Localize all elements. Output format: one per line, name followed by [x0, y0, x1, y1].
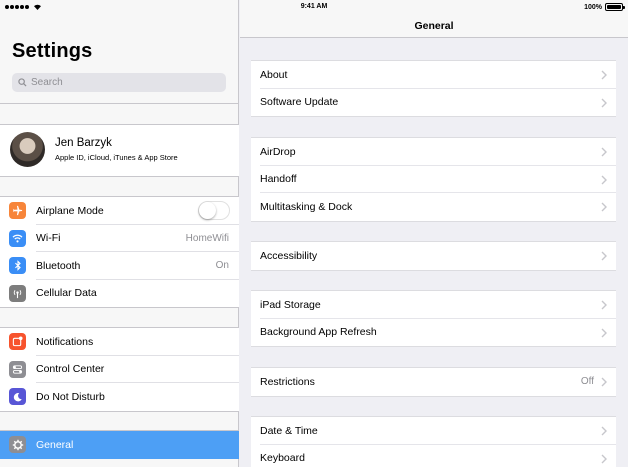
airplane-mode-toggle[interactable]: [198, 201, 230, 221]
sidebar-item-airplane-mode[interactable]: Airplane Mode: [0, 197, 239, 225]
chevron-right-icon: [601, 70, 607, 80]
settings-sidebar: Settings Search Jen Barzyk Apple ID, iCl…: [0, 0, 239, 467]
settings-group-about: About Software Update: [251, 60, 616, 117]
settings-row-about[interactable]: About: [251, 61, 616, 89]
chevron-right-icon: [601, 202, 607, 212]
wifi-icon: [9, 229, 26, 247]
battery-indicator: 100%: [584, 3, 625, 11]
cellular-icon: [9, 284, 26, 302]
profile-name: Jen Barzyk: [55, 137, 112, 149]
search-divider: [0, 103, 239, 104]
bluetooth-icon: [9, 257, 26, 275]
sidebar-item-do-not-disturb[interactable]: Do Not Disturb: [0, 383, 239, 411]
settings-row-label: Background App Refresh: [260, 326, 377, 339]
battery-percent: 100%: [584, 3, 602, 11]
settings-row-label: Keyboard: [260, 452, 305, 465]
avatar: [10, 132, 45, 167]
sidebar-item-label: Notifications: [36, 335, 94, 348]
settings-row-ipad-storage[interactable]: iPad Storage: [251, 291, 616, 319]
settings-row-multitasking-dock[interactable]: Multitasking & Dock: [251, 193, 616, 221]
chevron-right-icon: [601, 377, 607, 387]
settings-row-label: AirDrop: [260, 145, 296, 158]
apple-id-profile[interactable]: Jen Barzyk Apple ID, iCloud, iTunes & Ap…: [0, 124, 239, 177]
settings-row-label: About: [260, 68, 288, 81]
sidebar-item-cellular-data[interactable]: Cellular Data: [0, 280, 239, 308]
page-title: General: [414, 20, 454, 32]
sidebar-item-label: General: [36, 438, 74, 451]
sidebar-item-wifi[interactable]: Wi-Fi HomeWifi: [0, 225, 239, 252]
restrictions-status-value: Off: [580, 376, 594, 388]
search-icon: [18, 78, 27, 87]
airplane-icon: [9, 202, 26, 220]
sidebar-item-bluetooth[interactable]: Bluetooth On: [0, 252, 239, 280]
notifications-icon: [9, 333, 26, 351]
settings-row-software-update[interactable]: Software Update: [251, 89, 616, 117]
settings-group-date-keyboard: Date & Time Keyboard: [251, 416, 616, 467]
general-settings-pane: General About Software Update AirDrop Ha…: [240, 0, 628, 467]
settings-row-label: Software Update: [260, 96, 339, 109]
sidebar-item-label: Do Not Disturb: [36, 390, 105, 403]
settings-row-label: Multitasking & Dock: [260, 200, 353, 213]
sidebar-item-general[interactable]: General: [0, 431, 239, 459]
settings-row-label: Restrictions: [260, 375, 315, 388]
moon-icon: [9, 388, 26, 406]
battery-icon: [605, 3, 625, 11]
settings-row-restrictions[interactable]: Restrictions Off: [251, 368, 616, 396]
chevron-right-icon: [601, 328, 607, 337]
chevron-right-icon: [601, 300, 607, 310]
settings-row-date-time[interactable]: Date & Time: [251, 417, 616, 445]
settings-group-restrictions: Restrictions Off: [251, 367, 616, 397]
settings-row-handoff[interactable]: Handoff: [251, 166, 616, 193]
settings-group-accessibility: Accessibility: [251, 241, 616, 271]
sidebar-title: Settings: [12, 40, 93, 62]
settings-row-label: Handoff: [260, 173, 297, 186]
sidebar-item-label: Control Center: [36, 363, 105, 376]
sidebar-item-notifications[interactable]: Notifications: [0, 328, 239, 356]
settings-row-label: iPad Storage: [260, 298, 321, 311]
profile-subtitle: Apple ID, iCloud, iTunes & App Store: [55, 153, 178, 162]
notifications-group: Notifications Control Center Do Not Dist…: [0, 327, 239, 412]
status-time: 9:41 AM: [300, 3, 328, 10]
search-field[interactable]: Search: [12, 73, 226, 92]
sidebar-item-control-center[interactable]: Control Center: [0, 356, 239, 383]
settings-row-accessibility[interactable]: Accessibility: [251, 242, 616, 270]
general-group: General: [0, 430, 239, 459]
control-center-icon: [9, 360, 26, 378]
search-placeholder: Search: [31, 77, 63, 88]
settings-group-storage: iPad Storage Background App Refresh: [251, 290, 616, 347]
chevron-right-icon: [601, 175, 607, 184]
sidebar-item-label: Cellular Data: [36, 287, 97, 300]
bluetooth-status-value: On: [215, 260, 229, 272]
chevron-right-icon: [601, 426, 607, 436]
sidebar-item-label: Airplane Mode: [36, 204, 104, 217]
settings-row-airdrop[interactable]: AirDrop: [251, 138, 616, 166]
chevron-right-icon: [601, 147, 607, 157]
gear-icon: [9, 436, 26, 454]
chevron-right-icon: [601, 251, 607, 261]
sidebar-item-label: Wi-Fi: [36, 232, 61, 245]
wifi-network-value: HomeWifi: [185, 232, 229, 244]
sidebar-item-label: Bluetooth: [36, 259, 81, 272]
settings-row-background-app-refresh[interactable]: Background App Refresh: [251, 319, 616, 347]
settings-row-label: Accessibility: [260, 249, 318, 262]
chevron-right-icon: [601, 98, 607, 107]
settings-row-keyboard[interactable]: Keyboard: [251, 445, 616, 467]
connectivity-group: Airplane Mode Wi-Fi HomeWifi Bluetooth O…: [0, 196, 239, 308]
settings-group-continuity: AirDrop Handoff Multitasking & Dock: [251, 137, 616, 222]
chevron-right-icon: [601, 454, 607, 463]
settings-row-label: Date & Time: [260, 424, 318, 437]
status-bar: 9:41 AM 100%: [0, 0, 628, 14]
